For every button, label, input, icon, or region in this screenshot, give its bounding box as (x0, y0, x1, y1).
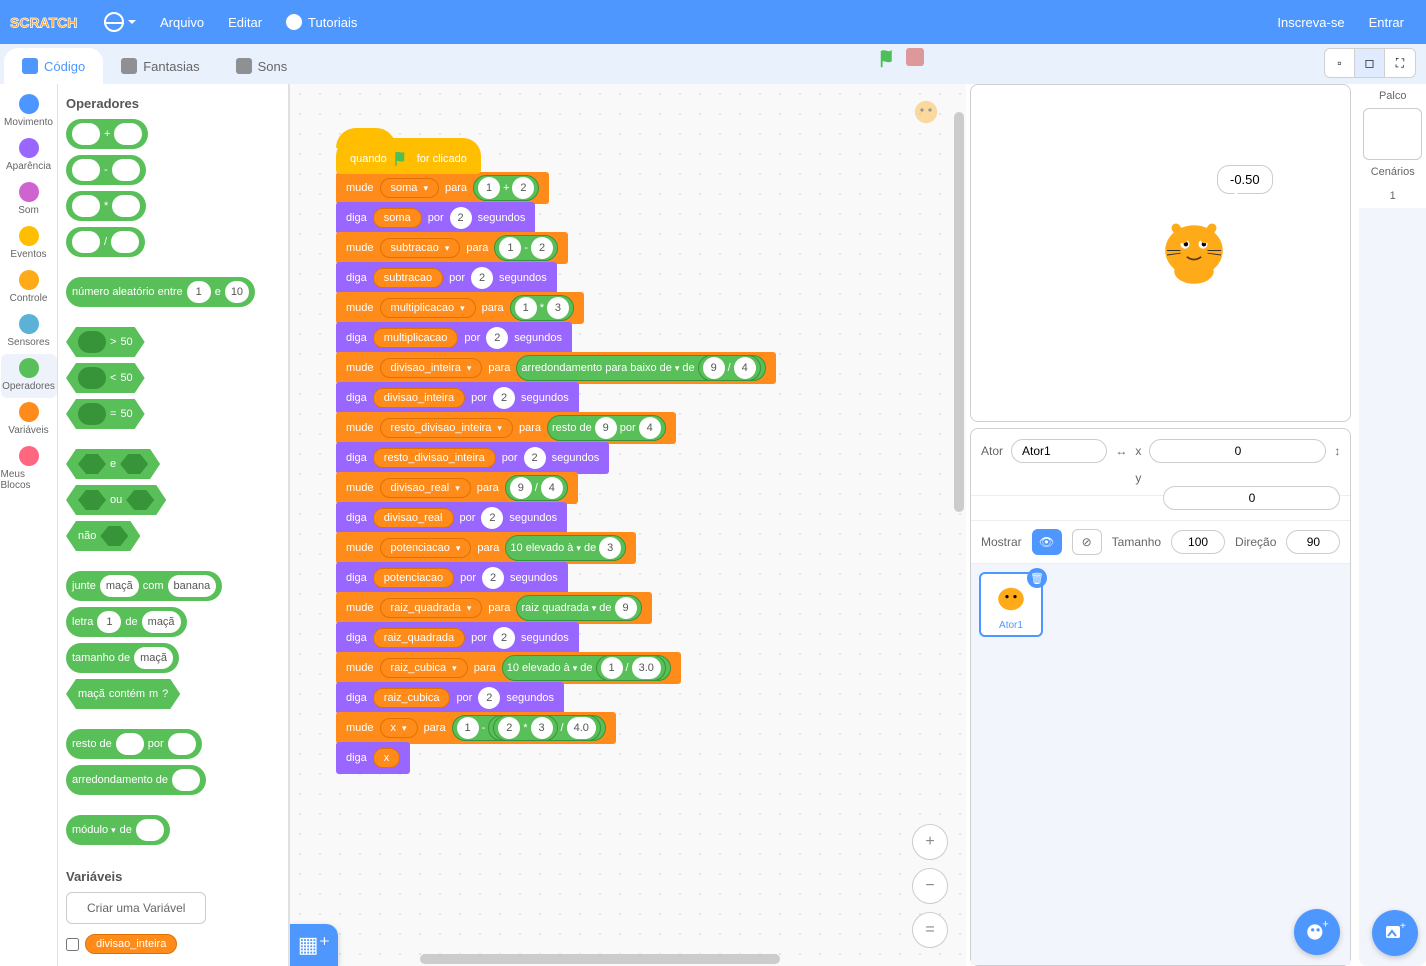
op-random[interactable]: número aleatório entre1e10 (66, 277, 255, 307)
file-menu[interactable]: Arquivo (148, 0, 216, 44)
zoom-reset-button[interactable]: = (912, 912, 948, 948)
sprite-size-input[interactable] (1171, 530, 1225, 554)
op-join[interactable]: juntemaçãcombanana (66, 571, 222, 601)
op-or[interactable]: ou (66, 485, 166, 515)
op-gt[interactable]: >50 (66, 327, 145, 357)
op-mod[interactable]: resto depor (66, 729, 202, 759)
edit-menu[interactable]: Editar (216, 0, 274, 44)
set-block[interactable]: mude x para 1 - 2 * 3 / 4.0 (336, 712, 616, 744)
say-block[interactable]: diga soma por 2 segundos (336, 202, 535, 234)
tutorials-menu[interactable]: Tutoriais (274, 0, 369, 44)
sprite-tile[interactable]: 🗑 Ator1 (979, 572, 1043, 637)
sprite-y-input[interactable] (1163, 486, 1340, 510)
say-block[interactable]: diga raiz_cubica por 2 segundos (336, 682, 564, 714)
variables-heading: Variáveis (66, 869, 288, 884)
workspace-scrollbar-vertical[interactable] (954, 112, 964, 512)
delete-sprite-button[interactable]: 🗑 (1027, 568, 1047, 588)
op-length[interactable]: tamanho demaçã (66, 643, 179, 673)
say-block[interactable]: diga divisao_inteira por 2 segundos (336, 382, 579, 414)
op-round[interactable]: arredondamento de (66, 765, 206, 795)
set-block[interactable]: mude resto_divisao_inteira para resto de… (336, 412, 676, 444)
say-block[interactable]: diga resto_divisao_inteira por 2 segundo… (336, 442, 609, 474)
svg-text:SCRATCH: SCRATCH (10, 14, 77, 30)
category-aparência[interactable]: Aparência (1, 134, 57, 178)
sprite-direction-input[interactable] (1286, 530, 1340, 554)
svg-text:+: + (1323, 919, 1329, 931)
backdrops-label: Cenários (1359, 160, 1426, 184)
category-sensores[interactable]: Sensores (1, 310, 57, 354)
op-subtract[interactable]: - (66, 155, 146, 185)
language-menu[interactable] (92, 0, 148, 44)
op-not[interactable]: não (66, 521, 140, 551)
op-eq[interactable]: =50 (66, 399, 145, 429)
stage-small-button[interactable]: ▫ (1325, 49, 1355, 77)
op-letter[interactable]: letra1demaçã (66, 607, 187, 637)
category-operadores[interactable]: Operadores (1, 354, 57, 398)
sprite-on-stage[interactable] (1149, 201, 1239, 291)
stage[interactable]: -0.50 (970, 84, 1351, 422)
xy-icon: ↔ (1115, 444, 1127, 458)
set-block[interactable]: mude soma para 1 + 2 (336, 172, 549, 204)
set-block[interactable]: mude subtracao para 1 - 2 (336, 232, 568, 264)
op-lt[interactable]: <50 (66, 363, 145, 393)
say-block[interactable]: diga raiz_quadrada por 2 segundos (336, 622, 579, 654)
var-checkbox[interactable] (66, 938, 79, 951)
make-variable-button[interactable]: Criar uma Variável (66, 892, 206, 924)
op-divide[interactable]: / (66, 227, 145, 257)
say-block[interactable]: diga divisao_real por 2 segundos (336, 502, 567, 534)
sprite-name-input[interactable] (1011, 439, 1107, 463)
op-multiply[interactable]: * (66, 191, 146, 221)
op-mathop[interactable]: módulode (66, 815, 170, 845)
say-block[interactable]: diga potenciacao por 2 segundos (336, 562, 568, 594)
set-block[interactable]: mude potenciacao para 10 elevado à de 3 (336, 532, 636, 564)
set-block[interactable]: mude divisao_real para 9 / 4 (336, 472, 578, 504)
add-backdrop-button[interactable]: + (1372, 910, 1418, 956)
green-flag-button[interactable] (878, 48, 900, 70)
category-variáveis[interactable]: Variáveis (1, 398, 57, 442)
op-and[interactable]: e (66, 449, 160, 479)
sprite-watermark (906, 96, 946, 136)
hat-block[interactable]: quandofor clicado (336, 138, 481, 174)
tab-code[interactable]: Código (4, 48, 103, 84)
signup-link[interactable]: Inscreva-se (1265, 0, 1356, 44)
stop-button[interactable] (906, 48, 924, 66)
say-block[interactable]: diga multiplicacao por 2 segundos (336, 322, 572, 354)
op-contains[interactable]: maçãcontémm? (66, 679, 180, 709)
hide-sprite-button[interactable]: ⊘ (1072, 529, 1102, 555)
tab-sounds[interactable]: Sons (218, 48, 306, 84)
stage-thumbnail[interactable] (1363, 108, 1422, 160)
set-block[interactable]: mude divisao_inteira para arredondamento… (336, 352, 776, 384)
y-icon: ↕ (1334, 444, 1340, 458)
variable-pill[interactable]: divisao_inteira (85, 934, 177, 954)
say-block[interactable]: diga x (336, 742, 410, 774)
backdrops-count: 1 (1359, 184, 1426, 208)
scratch-logo[interactable]: SCRATCH (10, 7, 80, 37)
tab-costumes[interactable]: Fantasias (103, 48, 217, 84)
fullscreen-button[interactable]: ⛶ (1385, 49, 1415, 77)
zoom-out-button[interactable]: − (912, 868, 948, 904)
category-eventos[interactable]: Eventos (1, 222, 57, 266)
signin-link[interactable]: Entrar (1357, 0, 1416, 44)
stage-label: Palco (1359, 84, 1426, 108)
category-movimento[interactable]: Movimento (1, 90, 57, 134)
set-block[interactable]: mude raiz_cubica para 10 elevado à de 1 … (336, 652, 681, 684)
set-block[interactable]: mude multiplicacao para 1 * 3 (336, 292, 584, 324)
set-block[interactable]: mude raiz_quadrada para raiz quadrada de… (336, 592, 652, 624)
zoom-in-button[interactable]: + (912, 824, 948, 860)
category-controle[interactable]: Controle (1, 266, 57, 310)
sprite-x-input[interactable] (1149, 439, 1326, 463)
palette-heading: Operadores (66, 96, 288, 111)
add-extension-button[interactable]: ▦⁺ (290, 924, 338, 966)
show-sprite-button[interactable]: 👁 (1032, 529, 1062, 555)
speech-bubble: -0.50 (1217, 165, 1273, 194)
category-meus blocos[interactable]: Meus Blocos (1, 442, 57, 497)
stage-large-button[interactable]: ◻ (1355, 49, 1385, 77)
add-sprite-button[interactable]: + (1294, 909, 1340, 955)
category-som[interactable]: Som (1, 178, 57, 222)
say-block[interactable]: diga subtracao por 2 segundos (336, 262, 557, 294)
workspace-scrollbar-horizontal[interactable] (420, 954, 780, 964)
op-add[interactable]: + (66, 119, 148, 149)
svg-text:+: + (1400, 921, 1406, 932)
sprite-label: Ator (981, 444, 1003, 458)
